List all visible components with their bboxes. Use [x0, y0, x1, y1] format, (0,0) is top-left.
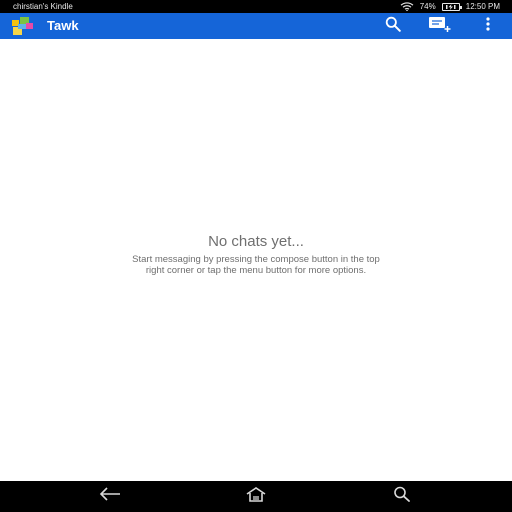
screen: chirstian's Kindle 74% 12:50 PM Tawk No … [0, 0, 512, 512]
status-bar: chirstian's Kindle 74% 12:50 PM [0, 0, 512, 13]
battery-charging-icon [441, 2, 462, 11]
wifi-icon [400, 2, 414, 11]
home-icon [246, 486, 266, 507]
compose-button[interactable] [426, 13, 454, 39]
home-button[interactable] [243, 481, 269, 512]
overflow-menu-button[interactable] [480, 13, 496, 39]
navigation-bar [0, 481, 512, 512]
back-icon [99, 487, 121, 506]
app-bar: Tawk [0, 13, 512, 39]
app-logo-icon [12, 17, 34, 35]
battery-percent: 74% [419, 2, 436, 11]
compose-icon [428, 15, 452, 38]
clock: 12:50 PM [465, 2, 500, 11]
overflow-menu-icon [486, 16, 490, 36]
search-button[interactable] [382, 13, 404, 39]
back-button[interactable] [96, 481, 124, 512]
empty-state-message: Start messaging by pressing the compose … [132, 254, 380, 276]
empty-state: No chats yet... Start messaging by press… [0, 232, 512, 276]
search-icon [393, 486, 411, 507]
empty-state-title: No chats yet... [208, 233, 304, 250]
app-title: Tawk [47, 18, 79, 33]
search-icon [385, 16, 401, 37]
device-name: chirstian's Kindle [13, 2, 73, 11]
nav-search-button[interactable] [389, 481, 415, 512]
status-indicators: 74% 12:50 PM [394, 0, 500, 13]
